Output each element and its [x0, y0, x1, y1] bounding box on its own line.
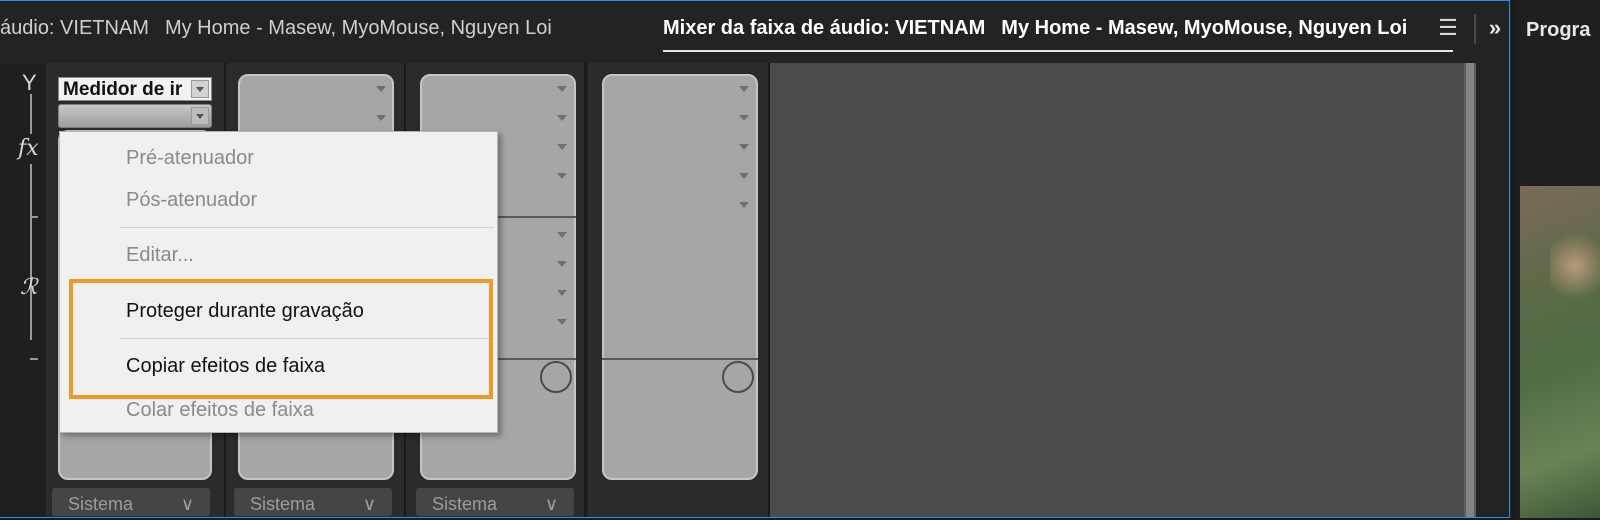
track2-output-label: Sistema [250, 494, 316, 514]
track3-send-arrow[interactable] [557, 232, 567, 238]
chevron-down-icon: ∨ [544, 494, 558, 514]
track3-output-label: Sistema [432, 494, 498, 514]
menu-item-copy-track-effects[interactable]: Copiar efeitos de faixa [126, 355, 325, 378]
track3-slot-arrow[interactable] [557, 144, 567, 150]
menu-separator [120, 227, 494, 228]
track4-pan-knob[interactable] [722, 361, 754, 393]
rail-tick-1 [30, 216, 38, 218]
panel-tab-bar: áudio: VIETNAM My Home - Masew, MyoMouse,… [0, 0, 1511, 63]
rail-tick-2 [30, 358, 38, 360]
track2-slot-arrow[interactable] [376, 115, 386, 121]
track4-slot-arrow[interactable] [739, 202, 749, 208]
track4-effects-area[interactable] [602, 74, 758, 480]
menu-item-safe-during-write[interactable]: Proteger durante gravação [126, 300, 364, 323]
meter-dropdown-value: Medidor de ir [63, 79, 183, 100]
track2-slot-arrow[interactable] [376, 86, 386, 92]
tab-audio-clip-mixer[interactable]: áudio: VIETNAM My Home - Masew, MyoMouse,… [0, 17, 552, 40]
menu-item-edit: Editar... [126, 244, 194, 266]
rail-top-icon[interactable]: Y [22, 70, 37, 96]
mixer-empty-area [770, 63, 1464, 518]
context-menu: Pré-atenuador Pós-atenuador Editar... Pr… [59, 131, 498, 433]
tab-left-sequence: My Home - Masew, MyoMouse, Nguyen Loi [164, 17, 552, 39]
menu-item-paste-track-effects: Colar efeitos de faixa [126, 399, 314, 421]
track4-slot-arrow[interactable] [739, 144, 749, 150]
track3-output-select[interactable]: Sistema ∨ [416, 488, 574, 516]
track3-send-arrow[interactable] [557, 290, 567, 296]
audio-track-mixer-panel: áudio: VIETNAM My Home - Masew, MyoMouse,… [0, 0, 1511, 518]
active-tab-underline [663, 50, 1453, 52]
program-monitor-tab[interactable]: Progra [1526, 19, 1590, 42]
tab-separator [1474, 14, 1476, 44]
track4-slot-arrow[interactable] [739, 173, 749, 179]
chevron-down-icon[interactable] [191, 107, 209, 125]
tab-active-title: Mixer da faixa de áudio: VIETNAM [663, 17, 986, 39]
chevron-down-icon: ∨ [362, 494, 376, 514]
track4-slot-arrow[interactable] [739, 115, 749, 121]
fx-icon[interactable]: fx [18, 136, 39, 161]
track4-pan-divider [602, 358, 758, 360]
track1-slot-dropdown[interactable] [58, 104, 212, 128]
track1-meter-dropdown[interactable]: Medidor de ir [58, 77, 212, 101]
mixer-section-rail: Y fx ℛ [12, 68, 46, 368]
menu-item-post-fader: Pós-atenuador [126, 189, 258, 211]
tab-active-sequence: My Home - Masew, MyoMouse, Nguyen Loi [1001, 17, 1408, 39]
tab-overflow-icon[interactable]: » [1480, 14, 1510, 42]
program-monitor-panel: Progra [1516, 0, 1600, 518]
track1-output-label: Sistema [68, 494, 134, 514]
tab-left-title: áudio: VIETNAM [0, 17, 149, 39]
track3-send-arrow[interactable] [557, 261, 567, 267]
track1-output-select[interactable]: Sistema ∨ [52, 488, 210, 516]
track3-slot-arrow[interactable] [557, 173, 567, 179]
track3-slot-arrow[interactable] [557, 115, 567, 121]
rail-line-1 [30, 94, 32, 134]
scrollbar-thumb[interactable] [1466, 63, 1474, 518]
track3-send-arrow[interactable] [557, 319, 567, 325]
rail-line-2 [30, 164, 32, 340]
track2-output-select[interactable]: Sistema ∨ [234, 488, 392, 516]
panel-menu-icon[interactable]: ☰ [1434, 14, 1462, 42]
track4-slot-arrow[interactable] [739, 86, 749, 92]
menu-separator [120, 338, 494, 339]
tab-audio-track-mixer[interactable]: Mixer da faixa de áudio: VIETNAM My Home … [663, 17, 1407, 40]
track3-pan-knob[interactable] [540, 361, 572, 393]
chevron-down-icon: ∨ [180, 494, 194, 514]
track3-slot-arrow[interactable] [557, 86, 567, 92]
sends-icon[interactable]: ℛ [20, 274, 38, 300]
program-video-preview [1520, 186, 1600, 518]
menu-item-pre-fader: Pré-atenuador [126, 147, 254, 169]
chevron-down-icon[interactable] [191, 80, 209, 98]
